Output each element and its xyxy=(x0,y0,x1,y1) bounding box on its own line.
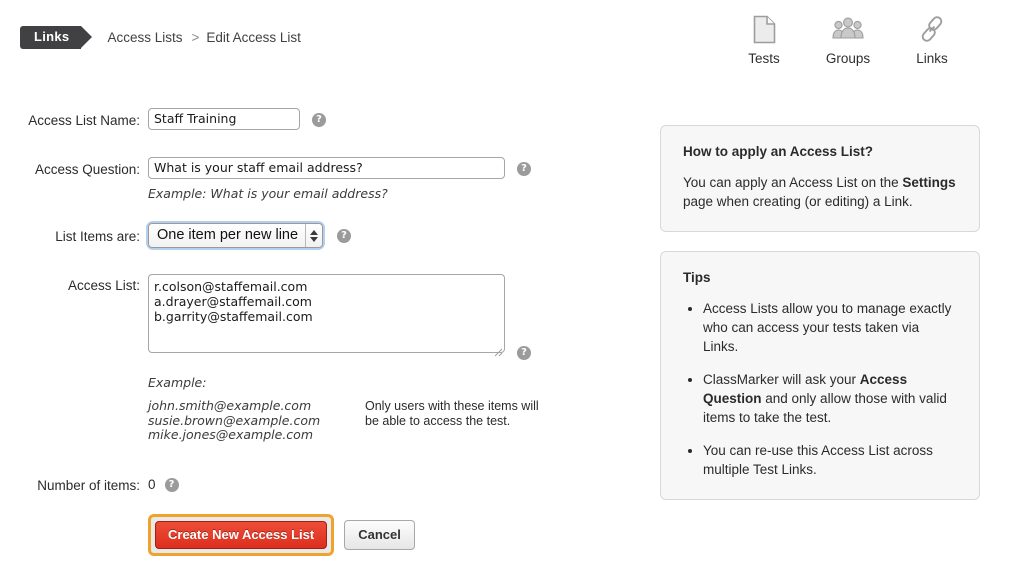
page-root: Links Access Lists > Edit Access List Te… xyxy=(0,0,1009,574)
panel-text-after: page when creating (or editing) a Link. xyxy=(683,194,913,209)
chevron-updown-icon xyxy=(305,224,322,247)
cancel-button[interactable]: Cancel xyxy=(344,519,415,550)
field-row-access-question: Access Question: ? xyxy=(0,157,600,179)
number-of-items-value: 0 xyxy=(148,476,156,492)
create-new-access-list-button[interactable]: Create New Access List xyxy=(155,520,328,549)
example-label-row: Example: xyxy=(0,375,600,390)
access-list-name-input[interactable] xyxy=(148,108,300,130)
chain-link-icon xyxy=(918,14,946,44)
panel-how-to-apply: How to apply an Access List? You can app… xyxy=(660,125,980,232)
list-item: ClassMarker will ask your Access Questio… xyxy=(703,370,957,427)
breadcrumb-link-access-lists[interactable]: Access Lists xyxy=(107,30,182,45)
label-list-items-are: List Items are: xyxy=(55,229,140,244)
label-number-of-items: Number of items: xyxy=(37,477,140,493)
list-item: Access Lists allow you to manage exactly… xyxy=(703,299,957,356)
top-navigation: Tests Groups Links xyxy=(735,14,961,66)
access-question-example-hint: Example: What is your email address? xyxy=(148,186,388,201)
access-list-note: Only users with these items will be able… xyxy=(365,399,539,428)
access-list-example-items: john.smith@example.com susie.brown@examp… xyxy=(148,398,321,442)
list-items-are-select[interactable]: One item per new line xyxy=(148,223,324,248)
document-icon xyxy=(753,14,776,44)
breadcrumb-tag-links[interactable]: Links xyxy=(20,26,94,49)
tip-text-before: You can re-use this Access List across m… xyxy=(703,443,933,477)
topnav-label-groups: Groups xyxy=(825,51,871,66)
topnav-label-tests: Tests xyxy=(748,51,780,66)
field-row-access-list-name: Access List Name: ? xyxy=(0,108,600,130)
sidebar-panels: How to apply an Access List? You can app… xyxy=(660,125,980,500)
label-access-list-name: Access List Name: xyxy=(28,113,140,128)
access-list-form: Access List Name: ? Access Question: ? E… xyxy=(0,108,600,556)
label-access-question: Access Question: xyxy=(34,162,140,177)
tip-text-before: Access Lists allow you to manage exactly… xyxy=(703,301,952,354)
panel-text-bold-settings: Settings xyxy=(902,175,956,190)
topnav-item-tests[interactable]: Tests xyxy=(735,14,793,66)
help-icon-number-of-items[interactable]: ? xyxy=(164,477,179,492)
tip-text-before: ClassMarker will ask your xyxy=(703,372,860,387)
access-list-example-label: Example: xyxy=(148,375,207,390)
list-item: You can re-use this Access List across m… xyxy=(703,441,957,479)
hint-row-access-question: Example: What is your email address? xyxy=(0,186,600,201)
access-list-textarea[interactable]: r.colson@staffemail.com a.drayer@staffem… xyxy=(148,274,505,353)
panel-title-how-to-apply: How to apply an Access List? xyxy=(683,144,874,159)
help-icon-list-items-are[interactable]: ? xyxy=(337,229,352,243)
topnav-item-links[interactable]: Links xyxy=(903,14,961,66)
panel-title-tips: Tips xyxy=(683,270,711,285)
access-question-input[interactable] xyxy=(148,157,505,179)
label-access-list: Access List: xyxy=(67,278,140,293)
help-icon-access-list[interactable]: ? xyxy=(517,346,531,360)
field-row-number-of-items: Number of items: 0 ? xyxy=(0,477,600,495)
panel-body-how-to-apply: You can apply an Access List on the Sett… xyxy=(683,173,957,211)
help-icon-access-question[interactable]: ? xyxy=(517,162,531,176)
panel-tips: Tips Access Lists allow you to manage ex… xyxy=(660,251,980,500)
submit-button-focus-ring: Create New Access List xyxy=(148,513,335,556)
breadcrumb-separator-icon: > xyxy=(191,30,200,45)
breadcrumb-current-edit-access-list: Edit Access List xyxy=(206,30,301,45)
tips-list: Access Lists allow you to manage exactly… xyxy=(683,299,957,479)
field-row-list-items-are: List Items are: One item per new line ? xyxy=(0,223,600,248)
field-row-access-list: Access List: r.colson@staffemail.com a.d… xyxy=(0,274,600,360)
breadcrumb: Links Access Lists > Edit Access List xyxy=(20,26,301,49)
example-content-row: john.smith@example.com susie.brown@examp… xyxy=(0,398,600,443)
help-icon-access-list-name[interactable]: ? xyxy=(312,113,326,127)
topnav-item-groups[interactable]: Groups xyxy=(819,14,877,66)
group-icon xyxy=(832,14,864,44)
panel-text-before: You can apply an Access List on the xyxy=(683,175,903,190)
form-actions-row: Create New Access List Cancel xyxy=(0,513,600,556)
topnav-label-links: Links xyxy=(916,51,948,66)
list-items-are-selected-value: One item per new line xyxy=(157,227,299,243)
